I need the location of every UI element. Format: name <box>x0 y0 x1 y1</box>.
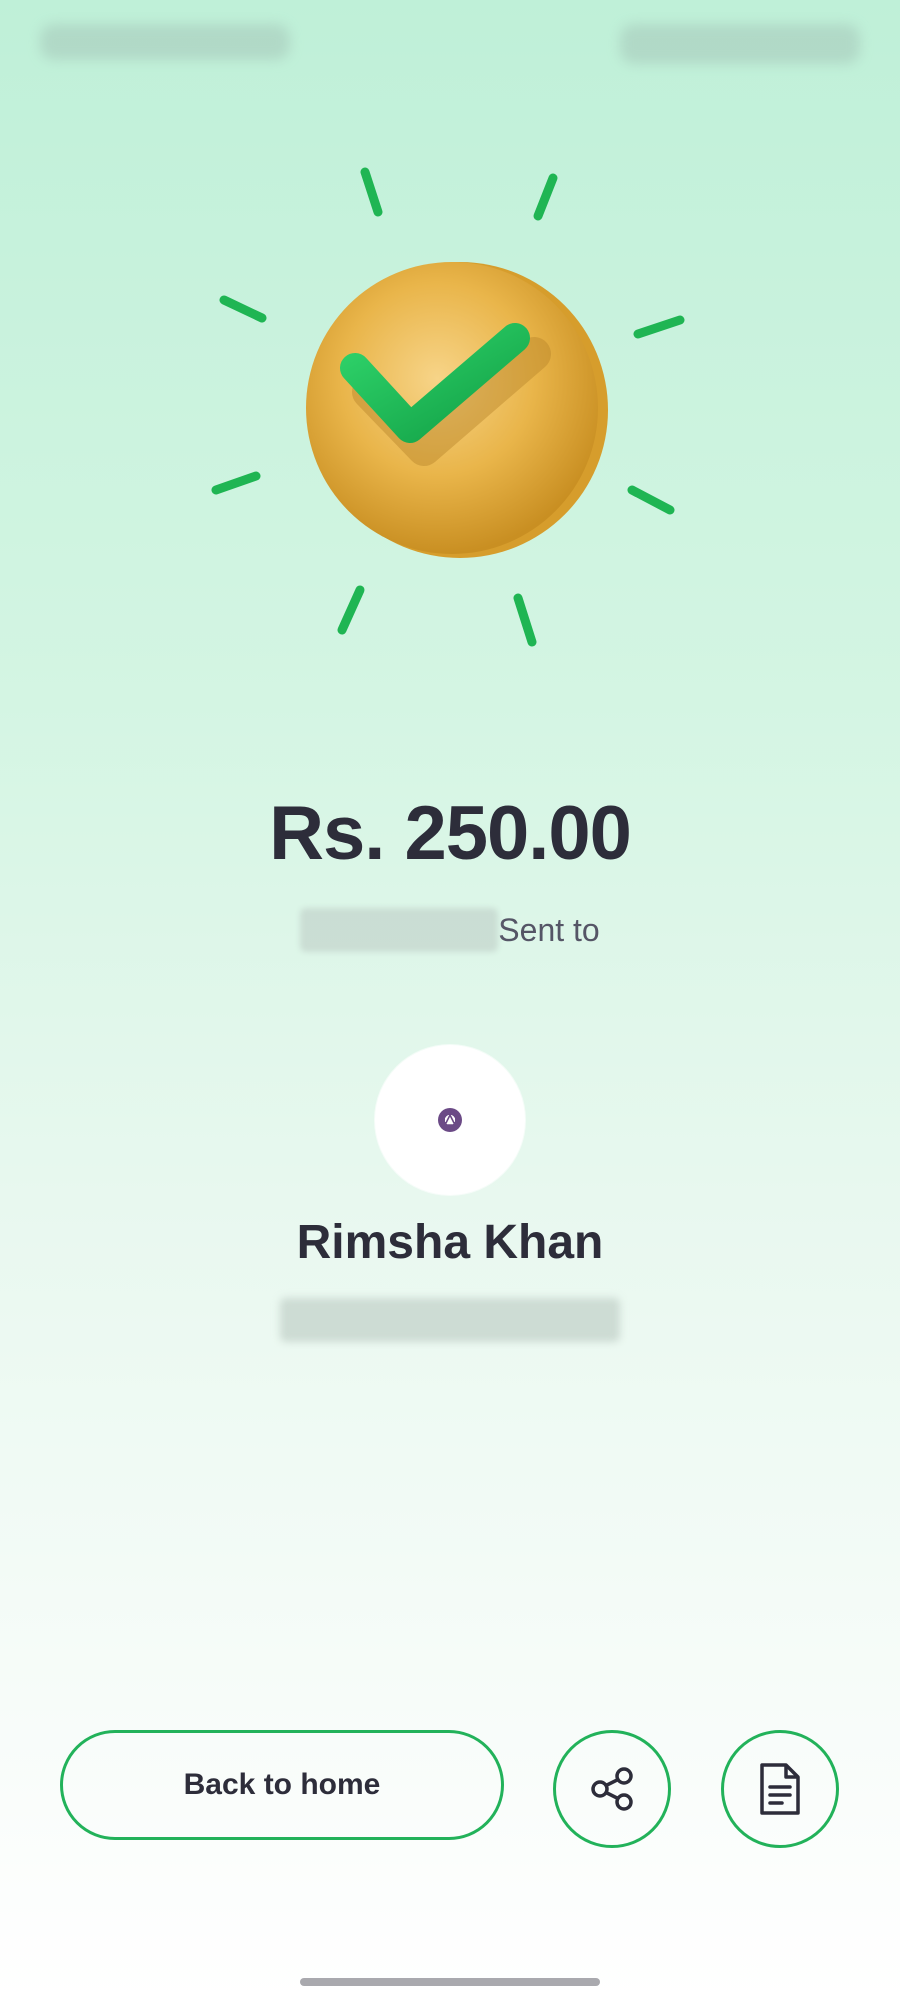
recipient-avatar <box>375 1045 525 1195</box>
recipient-account-redacted <box>280 1298 620 1342</box>
share-button[interactable] <box>553 1730 671 1848</box>
receipt-icon <box>760 1763 800 1815</box>
sent-to-row: Sent to <box>0 905 900 955</box>
bank-logo-glyph <box>443 1113 457 1126</box>
home-indicator[interactable] <box>300 1978 600 1986</box>
bank-logo-icon <box>438 1108 462 1132</box>
recipient-name: Rimsha Khan <box>296 1216 604 1269</box>
status-bar-indicators-redacted <box>620 24 860 64</box>
sent-to-label: Sent to <box>498 911 600 948</box>
success-coin-check-icon <box>211 167 685 647</box>
share-icon <box>591 1767 633 1811</box>
status-bar <box>0 0 900 90</box>
status-bar-time-redacted <box>40 24 290 60</box>
receipt-button[interactable] <box>721 1730 839 1848</box>
success-illustration <box>0 150 900 670</box>
back-to-home-button[interactable]: Back to home <box>60 1730 504 1840</box>
redacted-text <box>300 908 499 952</box>
transaction-amount: Rs. 250.00 <box>269 791 632 876</box>
